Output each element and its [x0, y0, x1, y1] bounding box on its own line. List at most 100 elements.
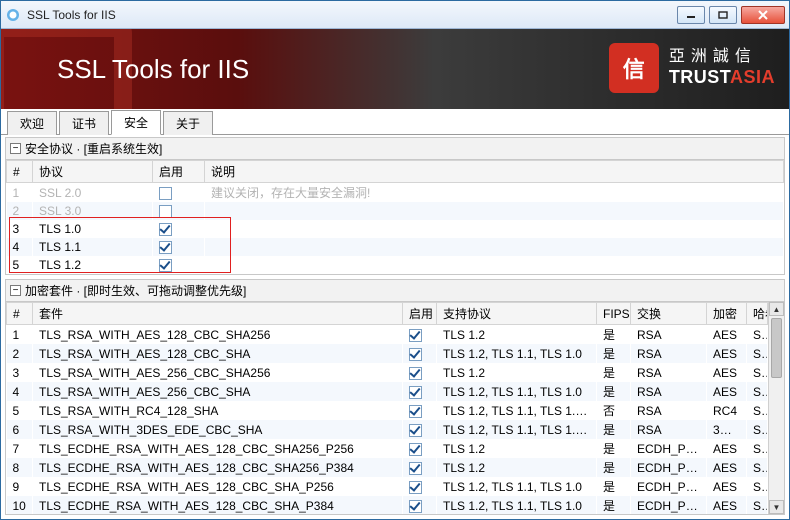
checkbox[interactable]	[409, 500, 422, 513]
table-row[interactable]: 7TLS_ECDHE_RSA_WITH_AES_128_CBC_SHA256_P…	[7, 439, 768, 458]
cell-name: TLS 1.1	[33, 238, 153, 256]
cell-kx: RSA	[631, 325, 707, 345]
cell-enable	[403, 477, 437, 496]
table-row[interactable]: 5TLS 1.2	[7, 256, 784, 274]
table-row[interactable]: 3TLS_RSA_WITH_AES_256_CBC_SHA256TLS 1.2是…	[7, 363, 768, 382]
cell-name: TLS_ECDHE_RSA_WITH_AES_128_CBC_SHA_P384	[33, 496, 403, 514]
cell-kx: RSA	[631, 382, 707, 401]
col-num[interactable]: #	[7, 303, 33, 325]
table-row[interactable]: 1TLS_RSA_WITH_AES_128_CBC_SHA256TLS 1.2是…	[7, 325, 768, 345]
collapse-icon[interactable]: −	[10, 285, 21, 296]
checkbox[interactable]	[159, 223, 172, 236]
table-row[interactable]: 8TLS_ECDHE_RSA_WITH_AES_128_CBC_SHA256_P…	[7, 458, 768, 477]
table-row[interactable]: 1SSL 2.0建议关闭，存在大量安全漏洞!	[7, 183, 784, 203]
table-row[interactable]: 6TLS_RSA_WITH_3DES_EDE_CBC_SHATLS 1.2, T…	[7, 420, 768, 439]
cell-enc: AES	[707, 477, 747, 496]
cell-proto: TLS 1.2, TLS 1.1, TLS 1.0, SSL 3.0	[437, 401, 597, 420]
window-title: SSL Tools for IIS	[27, 8, 673, 22]
cell-kx: RSA	[631, 344, 707, 363]
col-on[interactable]: 启用	[153, 161, 205, 183]
cell-num: 7	[7, 439, 33, 458]
table-row[interactable]: 4TLS 1.1	[7, 238, 784, 256]
cell-proto: TLS 1.2, TLS 1.1, TLS 1.0	[437, 496, 597, 514]
collapse-icon[interactable]: −	[10, 143, 21, 154]
cell-fips: 是	[597, 439, 631, 458]
col-kx[interactable]: 交换	[631, 303, 707, 325]
checkbox[interactable]	[409, 329, 422, 342]
col-enc[interactable]: 加密	[707, 303, 747, 325]
table-row[interactable]: 5TLS_RSA_WITH_RC4_128_SHA TLS 1.2, TLS 1.…	[7, 401, 768, 420]
app-window: SSL Tools for IIS SSL Tools for IIS 信 亞洲…	[0, 0, 790, 520]
checkbox[interactable]	[409, 348, 422, 361]
suites-section-label: 加密套件 · [即时生效、可拖动调整优先级]	[25, 282, 246, 299]
checkbox[interactable]	[409, 386, 422, 399]
cell-enc: 3DES	[707, 420, 747, 439]
checkbox[interactable]	[159, 241, 172, 254]
scroll-down-arrow-icon[interactable]: ▼	[769, 500, 784, 514]
cell-desc	[205, 202, 784, 220]
cell-hash: SHA256	[747, 458, 768, 477]
checkbox[interactable]	[159, 205, 172, 218]
tab-security[interactable]: 安全	[111, 110, 161, 135]
checkbox[interactable]	[409, 462, 422, 475]
col-num[interactable]: #	[7, 161, 33, 183]
checkbox[interactable]	[409, 481, 422, 494]
cell-enable	[153, 202, 205, 220]
scroll-up-arrow-icon[interactable]: ▲	[769, 302, 784, 316]
table-row[interactable]: 10TLS_ECDHE_RSA_WITH_AES_128_CBC_SHA_P38…	[7, 496, 768, 514]
protocols-table-wrap: # 协议 启用 说明 1SSL 2.0建议关闭，存在大量安全漏洞!2SSL 3.…	[5, 160, 785, 275]
table-row[interactable]: 3TLS 1.0	[7, 220, 784, 238]
checkbox[interactable]	[409, 367, 422, 380]
table-row[interactable]: 9TLS_ECDHE_RSA_WITH_AES_128_CBC_SHA_P256…	[7, 477, 768, 496]
cell-hash: SHA1	[747, 382, 768, 401]
table-row[interactable]: 2TLS_RSA_WITH_AES_128_CBC_SHATLS 1.2, TL…	[7, 344, 768, 363]
cell-name: SSL 3.0	[33, 202, 153, 220]
checkbox[interactable]	[409, 405, 422, 418]
suites-section-header[interactable]: − 加密套件 · [即时生效、可拖动调整优先级]	[5, 279, 785, 302]
checkbox[interactable]	[409, 424, 422, 437]
minimize-button[interactable]	[677, 6, 705, 24]
checkbox[interactable]	[409, 443, 422, 456]
col-desc[interactable]: 说明	[205, 161, 784, 183]
col-fips[interactable]: FIPS	[597, 303, 631, 325]
tab-cert[interactable]: 证书	[59, 111, 109, 135]
col-suite[interactable]: 套件	[33, 303, 403, 325]
col-proto[interactable]: 支持协议	[437, 303, 597, 325]
scrollbar-thumb[interactable]	[771, 318, 782, 378]
titlebar[interactable]: SSL Tools for IIS	[1, 1, 789, 29]
tab-about[interactable]: 关于	[163, 111, 213, 135]
protocols-section-header[interactable]: − 安全协议 · [重启系统生效]	[5, 137, 785, 160]
close-button[interactable]	[741, 6, 785, 24]
cell-num: 1	[7, 183, 33, 203]
cell-num: 5	[7, 401, 33, 420]
app-icon	[5, 7, 21, 23]
maximize-button[interactable]	[709, 6, 737, 24]
cell-fips: 是	[597, 477, 631, 496]
table-row[interactable]: 4TLS_RSA_WITH_AES_256_CBC_SHATLS 1.2, TL…	[7, 382, 768, 401]
col-on[interactable]: 启用	[403, 303, 437, 325]
vertical-scrollbar[interactable]: ▲ ▼	[768, 302, 784, 514]
cell-num: 2	[7, 202, 33, 220]
col-hash[interactable]: 哈希	[747, 303, 768, 325]
cell-proto: TLS 1.2, TLS 1.1, TLS 1.0, SSL 3.0	[437, 420, 597, 439]
cell-enc: AES	[707, 325, 747, 345]
cell-hash: SHA1	[747, 477, 768, 496]
cell-kx: ECDH_P384	[631, 496, 707, 514]
cell-hash: SHA1	[747, 420, 768, 439]
table-row[interactable]: 2SSL 3.0	[7, 202, 784, 220]
cell-fips: 是	[597, 458, 631, 477]
tab-welcome[interactable]: 欢迎	[7, 111, 57, 135]
cell-proto: TLS 1.2	[437, 325, 597, 345]
cell-num: 2	[7, 344, 33, 363]
col-name[interactable]: 协议	[33, 161, 153, 183]
cell-kx: RSA	[631, 363, 707, 382]
cell-name: TLS_RSA_WITH_RC4_128_SHA	[33, 401, 403, 420]
cell-enc: AES	[707, 344, 747, 363]
cell-fips: 否	[597, 401, 631, 420]
cell-kx: ECDH_P384	[631, 458, 707, 477]
checkbox[interactable]	[159, 187, 172, 200]
checkbox[interactable]	[159, 259, 172, 272]
cell-fips: 是	[597, 325, 631, 345]
cell-enable	[403, 344, 437, 363]
cell-desc	[205, 220, 784, 238]
